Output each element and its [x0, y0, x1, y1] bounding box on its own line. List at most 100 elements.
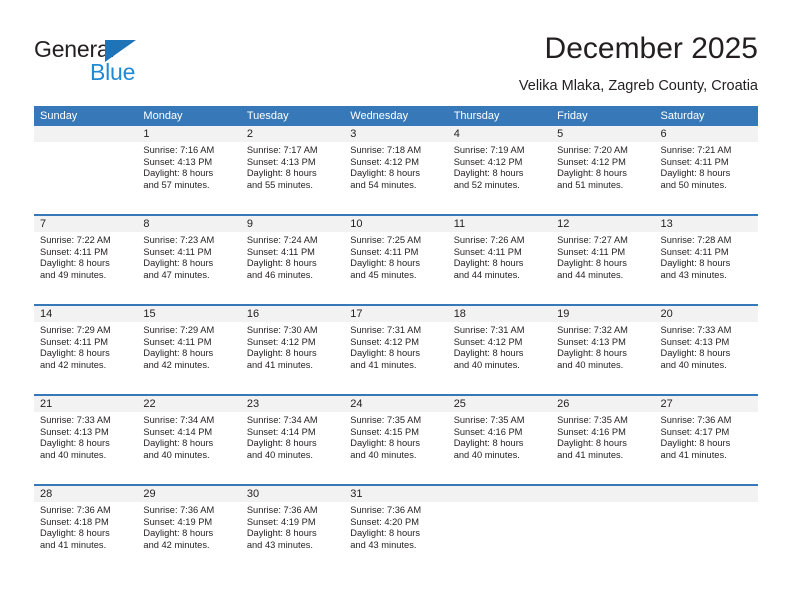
sunset-text: Sunset: 4:11 PM	[557, 246, 626, 257]
calendar-day-cell[interactable]: 14 Sunrise: 7:29 AM Sunset: 4:11 PM Dayl…	[34, 306, 138, 394]
day-number: 26	[551, 396, 655, 412]
daylight-text-line1: Daylight: 8 hours	[660, 258, 731, 269]
day-details: Sunrise: 7:35 AM Sunset: 4:16 PM Dayligh…	[551, 412, 654, 462]
sunset-text: Sunset: 4:18 PM	[40, 516, 109, 527]
calendar-day-cell[interactable]: 31 Sunrise: 7:36 AM Sunset: 4:20 PM Dayl…	[344, 486, 448, 574]
day-details: Sunrise: 7:22 AM Sunset: 4:11 PM Dayligh…	[34, 232, 137, 282]
calendar-day-cell[interactable]: 20 Sunrise: 7:33 AM Sunset: 4:13 PM Dayl…	[654, 306, 758, 394]
sunrise-text: Sunrise: 7:21 AM	[660, 145, 732, 155]
day-details	[448, 502, 551, 505]
sunrise-text: Sunrise: 7:16 AM	[143, 145, 215, 155]
day-details: Sunrise: 7:36 AM Sunset: 4:19 PM Dayligh…	[137, 502, 240, 552]
day-number: 2	[240, 126, 345, 142]
calendar-day-cell[interactable]	[551, 486, 655, 574]
sunrise-text: Sunrise: 7:17 AM	[246, 145, 318, 155]
sunrise-text: Sunrise: 7:36 AM	[246, 505, 318, 515]
sunset-text: Sunset: 4:11 PM	[143, 336, 212, 347]
calendar-day-cell[interactable]: 30 Sunrise: 7:36 AM Sunset: 4:19 PM Dayl…	[240, 486, 345, 574]
day-number: 15	[137, 306, 241, 322]
daylight-text-line2: and 49 minutes.	[40, 270, 107, 281]
day-details: Sunrise: 7:21 AM Sunset: 4:11 PM Dayligh…	[655, 142, 758, 192]
calendar-day-cell[interactable]: 17 Sunrise: 7:31 AM Sunset: 4:12 PM Dayl…	[344, 306, 448, 394]
daylight-text-line1: Daylight: 8 hours	[40, 348, 110, 359]
calendar-day-cell[interactable]: 28 Sunrise: 7:36 AM Sunset: 4:18 PM Dayl…	[34, 486, 138, 574]
day-details: Sunrise: 7:29 AM Sunset: 4:11 PM Dayligh…	[137, 322, 240, 372]
page-subtitle-location: Velika Mlaka, Zagreb County, Croatia	[518, 78, 758, 94]
sunset-text: Sunset: 4:12 PM	[557, 156, 626, 167]
calendar-day-cell[interactable]: 23 Sunrise: 7:34 AM Sunset: 4:14 PM Dayl…	[240, 396, 345, 484]
sunset-text: Sunset: 4:17 PM	[660, 426, 730, 437]
day-number: 14	[34, 306, 138, 322]
sunrise-text: Sunrise: 7:26 AM	[453, 235, 525, 245]
calendar-day-cell[interactable]: 11 Sunrise: 7:26 AM Sunset: 4:11 PM Dayl…	[447, 216, 552, 304]
sunset-text: Sunset: 4:11 PM	[453, 246, 522, 257]
calendar-week-row: 28 Sunrise: 7:36 AM Sunset: 4:18 PM Dayl…	[34, 484, 758, 574]
day-details: Sunrise: 7:32 AM Sunset: 4:13 PM Dayligh…	[551, 322, 654, 372]
day-number	[447, 486, 552, 502]
day-details: Sunrise: 7:33 AM Sunset: 4:13 PM Dayligh…	[34, 412, 137, 462]
sunrise-text: Sunrise: 7:30 AM	[246, 325, 318, 335]
calendar-day-cell[interactable]: 9 Sunrise: 7:24 AM Sunset: 4:11 PM Dayli…	[240, 216, 345, 304]
calendar-day-cell[interactable]: 7 Sunrise: 7:22 AM Sunset: 4:11 PM Dayli…	[34, 216, 138, 304]
daylight-text-line1: Daylight: 8 hours	[40, 528, 110, 539]
daylight-text-line2: and 40 minutes.	[40, 450, 107, 461]
calendar-day-cell[interactable]: 18 Sunrise: 7:31 AM Sunset: 4:12 PM Dayl…	[447, 306, 552, 394]
calendar-day-cell[interactable]: 5 Sunrise: 7:20 AM Sunset: 4:12 PM Dayli…	[551, 126, 655, 214]
daylight-text-line1: Daylight: 8 hours	[246, 438, 317, 449]
calendar-day-cell[interactable]: 3 Sunrise: 7:18 AM Sunset: 4:12 PM Dayli…	[344, 126, 448, 214]
sunrise-text: Sunrise: 7:18 AM	[350, 145, 422, 155]
day-details: Sunrise: 7:36 AM Sunset: 4:17 PM Dayligh…	[655, 412, 758, 462]
daylight-text-line2: and 40 minutes.	[453, 360, 520, 371]
calendar-day-cell[interactable]	[447, 486, 552, 574]
generalblue-logo[interactable]: General Blue	[34, 36, 174, 88]
calendar-day-cell[interactable]: 16 Sunrise: 7:30 AM Sunset: 4:12 PM Dayl…	[240, 306, 345, 394]
day-details: Sunrise: 7:36 AM Sunset: 4:20 PM Dayligh…	[344, 502, 447, 552]
calendar-day-cell[interactable]: 10 Sunrise: 7:25 AM Sunset: 4:11 PM Dayl…	[344, 216, 448, 304]
sunset-text: Sunset: 4:11 PM	[660, 246, 729, 257]
sunset-text: Sunset: 4:11 PM	[246, 246, 315, 257]
daylight-text-line1: Daylight: 8 hours	[143, 438, 214, 449]
day-details: Sunrise: 7:16 AM Sunset: 4:13 PM Dayligh…	[137, 142, 240, 192]
calendar-day-cell[interactable]: 6 Sunrise: 7:21 AM Sunset: 4:11 PM Dayli…	[654, 126, 758, 214]
calendar-day-cell[interactable]: 4 Sunrise: 7:19 AM Sunset: 4:12 PM Dayli…	[447, 126, 552, 214]
sunrise-text: Sunrise: 7:24 AM	[246, 235, 318, 245]
daylight-text-line1: Daylight: 8 hours	[453, 258, 524, 269]
calendar-day-cell[interactable]: 2 Sunrise: 7:17 AM Sunset: 4:13 PM Dayli…	[240, 126, 345, 214]
calendar-day-cell[interactable]: 24 Sunrise: 7:35 AM Sunset: 4:15 PM Dayl…	[344, 396, 448, 484]
calendar-day-cell[interactable]: 25 Sunrise: 7:35 AM Sunset: 4:16 PM Dayl…	[447, 396, 552, 484]
daylight-text-line1: Daylight: 8 hours	[40, 258, 110, 269]
day-details: Sunrise: 7:26 AM Sunset: 4:11 PM Dayligh…	[448, 232, 551, 282]
day-number: 10	[344, 216, 448, 232]
daylight-text-line2: and 40 minutes.	[557, 360, 624, 371]
calendar-day-cell[interactable]: 1 Sunrise: 7:16 AM Sunset: 4:13 PM Dayli…	[137, 126, 241, 214]
daylight-text-line2: and 55 minutes.	[246, 180, 313, 191]
daylight-text-line1: Daylight: 8 hours	[40, 438, 110, 449]
calendar-day-cell[interactable]	[654, 486, 758, 574]
daylight-text-line1: Daylight: 8 hours	[350, 438, 421, 449]
page-header: General Blue December 2025 Velika Mlaka,…	[0, 0, 792, 100]
calendar-day-cell[interactable]: 19 Sunrise: 7:32 AM Sunset: 4:13 PM Dayl…	[551, 306, 655, 394]
daylight-text-line1: Daylight: 8 hours	[557, 438, 627, 449]
calendar-day-cell[interactable]: 22 Sunrise: 7:34 AM Sunset: 4:14 PM Dayl…	[137, 396, 241, 484]
calendar-day-cell[interactable]: 27 Sunrise: 7:36 AM Sunset: 4:17 PM Dayl…	[654, 396, 758, 484]
calendar-day-cell[interactable]: 29 Sunrise: 7:36 AM Sunset: 4:19 PM Dayl…	[137, 486, 241, 574]
weekday-header-tuesday: Tuesday	[246, 110, 289, 122]
calendar-day-cell[interactable]: 26 Sunrise: 7:35 AM Sunset: 4:16 PM Dayl…	[551, 396, 655, 484]
weekday-header-sunday: Sunday	[40, 110, 78, 122]
daylight-text-line1: Daylight: 8 hours	[557, 258, 627, 269]
calendar-day-cell[interactable]: 8 Sunrise: 7:23 AM Sunset: 4:11 PM Dayli…	[137, 216, 241, 304]
sunset-text: Sunset: 4:12 PM	[350, 156, 419, 167]
calendar-day-cell[interactable]: 15 Sunrise: 7:29 AM Sunset: 4:11 PM Dayl…	[137, 306, 241, 394]
sunset-text: Sunset: 4:13 PM	[557, 336, 626, 347]
sunrise-text: Sunrise: 7:35 AM	[453, 415, 525, 425]
daylight-text-line1: Daylight: 8 hours	[246, 528, 317, 539]
daylight-text-line2: and 40 minutes.	[143, 450, 210, 461]
sunrise-text: Sunrise: 7:19 AM	[453, 145, 525, 155]
sunset-text: Sunset: 4:13 PM	[246, 156, 316, 167]
calendar-day-cell[interactable]: 12 Sunrise: 7:27 AM Sunset: 4:11 PM Dayl…	[551, 216, 655, 304]
calendar-day-cell[interactable]: 21 Sunrise: 7:33 AM Sunset: 4:13 PM Dayl…	[34, 396, 138, 484]
day-number: 6	[654, 126, 758, 142]
calendar-day-cell[interactable]: 13 Sunrise: 7:28 AM Sunset: 4:11 PM Dayl…	[654, 216, 758, 304]
day-details: Sunrise: 7:18 AM Sunset: 4:12 PM Dayligh…	[344, 142, 447, 192]
calendar-day-cell[interactable]	[34, 126, 138, 214]
